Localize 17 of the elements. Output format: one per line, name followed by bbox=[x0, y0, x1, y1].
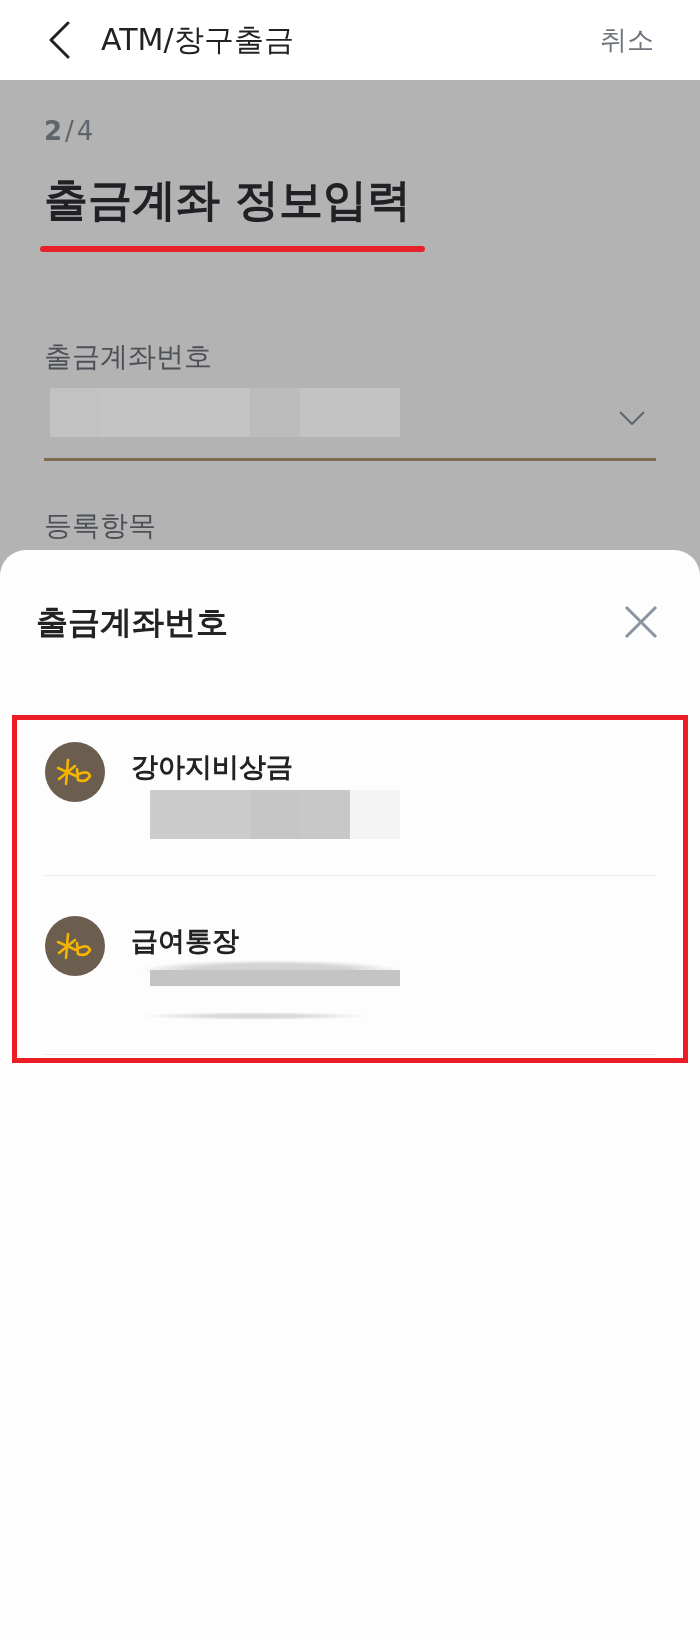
close-icon[interactable] bbox=[624, 605, 658, 639]
field-label: 출금계좌번호 bbox=[44, 340, 212, 374]
account-option[interactable]: 강아지비상금 bbox=[44, 720, 656, 876]
account-select-field[interactable] bbox=[44, 386, 656, 461]
page-heading: 출금계좌 정보입력 bbox=[44, 173, 412, 227]
step-indicator: 2/4 bbox=[44, 116, 97, 146]
bank-logo-icon bbox=[45, 916, 105, 976]
cancel-button[interactable]: 취소 bbox=[600, 22, 654, 58]
account-name: 급여통장 bbox=[131, 924, 239, 958]
sheet-title: 출금계좌번호 bbox=[36, 602, 228, 643]
field-label: 등록항목 bbox=[44, 509, 156, 543]
bank-logo-icon bbox=[45, 742, 105, 802]
back-icon[interactable] bbox=[48, 21, 70, 59]
screen-title: ATM/창구출금 bbox=[101, 20, 294, 59]
account-option[interactable]: 급여통장 bbox=[44, 876, 656, 1055]
account-name: 강아지비상금 bbox=[131, 750, 293, 784]
chevron-down-icon bbox=[619, 410, 645, 425]
